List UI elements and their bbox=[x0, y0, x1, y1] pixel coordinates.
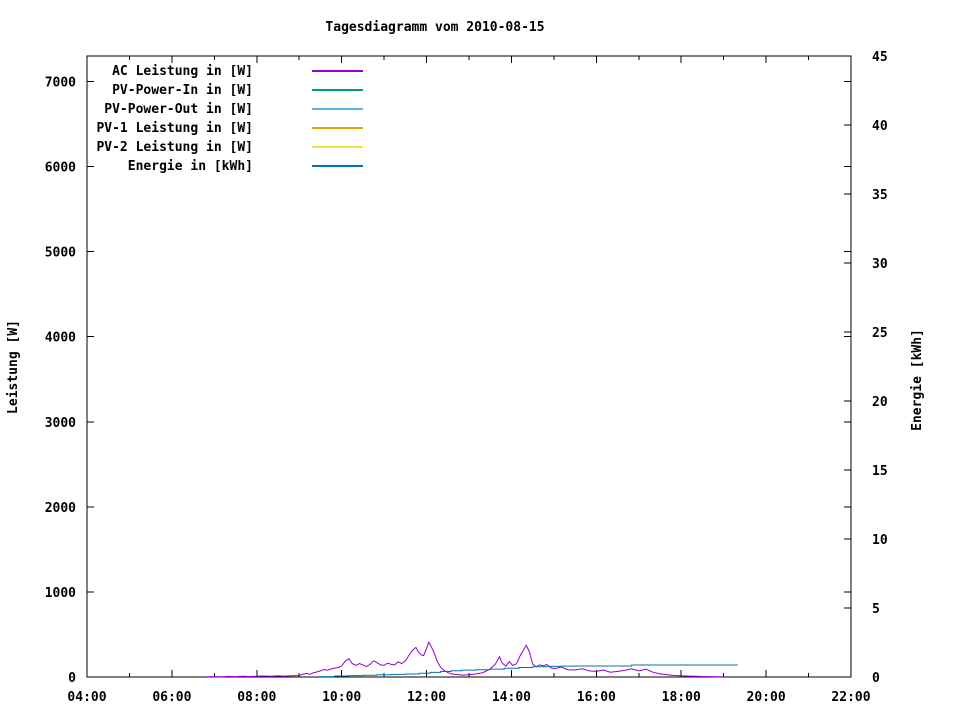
y-right-tick-label: 45 bbox=[872, 50, 888, 65]
legend-label: PV-2 Leistung in [W] bbox=[96, 140, 253, 155]
y-left-tick-label: 2000 bbox=[45, 501, 76, 516]
x-tick-label: 10:00 bbox=[322, 690, 361, 705]
x-tick-label: 20:00 bbox=[747, 690, 786, 705]
series-line-energie-in-kwh- bbox=[320, 664, 738, 678]
chart-svg: Tagesdiagramm vom 2010-08-15 Leistung [W… bbox=[6, 20, 925, 705]
legend-label: PV-Power-In in [W] bbox=[112, 83, 253, 98]
y-left-tick-label: 3000 bbox=[45, 416, 76, 431]
y-left-tick-label: 6000 bbox=[45, 161, 76, 176]
x-tick-label: 18:00 bbox=[662, 690, 701, 705]
y-right-tick-label: 5 bbox=[872, 602, 880, 617]
x-tick-label: 06:00 bbox=[152, 690, 191, 705]
x-tick-label: 08:00 bbox=[237, 690, 276, 705]
legend-label: PV-Power-Out in [W] bbox=[104, 102, 253, 117]
y-left-tick-label: 4000 bbox=[45, 331, 76, 346]
y-axis-label-right: Energie [kWh] bbox=[910, 329, 925, 431]
legend-label: PV-1 Leistung in [W] bbox=[96, 121, 253, 136]
x-tick-label: 16:00 bbox=[577, 690, 616, 705]
y-left-tick-label: 1000 bbox=[45, 586, 76, 601]
y-right-tick-label: 35 bbox=[872, 188, 888, 203]
chart-title: Tagesdiagramm vom 2010-08-15 bbox=[325, 20, 544, 35]
y-right-tick-label: 40 bbox=[872, 119, 888, 134]
legend-label: Energie in [kWh] bbox=[128, 159, 253, 174]
y-right-tick-label: 0 bbox=[872, 671, 880, 686]
y-left-tick-label: 0 bbox=[68, 671, 76, 686]
x-tick-label: 04:00 bbox=[67, 690, 106, 705]
legend: AC Leistung in [W] PV-Power-In in [W] PV-P… bbox=[96, 64, 363, 174]
y-axis-label-left: Leistung [W] bbox=[6, 320, 21, 414]
y-right-tick-label: 25 bbox=[872, 326, 888, 341]
x-tick-label: 14:00 bbox=[492, 690, 531, 705]
data-series bbox=[205, 641, 738, 678]
daily-pv-chart: Tagesdiagramm vom 2010-08-15 Leistung [W… bbox=[0, 0, 960, 720]
y-right-tick-label: 10 bbox=[872, 533, 888, 548]
y-right-tick-label: 30 bbox=[872, 257, 888, 272]
y-right-tick-label: 20 bbox=[872, 395, 888, 410]
y-right-tick-label: 15 bbox=[872, 464, 888, 479]
x-tick-label: 12:00 bbox=[407, 690, 446, 705]
series-line-ac-leistung-in-w- bbox=[205, 641, 724, 678]
y-left-tick-label: 7000 bbox=[45, 76, 76, 91]
x-tick-label: 22:00 bbox=[831, 690, 870, 705]
legend-label: AC Leistung in [W] bbox=[112, 64, 253, 79]
y-left-tick-label: 5000 bbox=[45, 246, 76, 261]
